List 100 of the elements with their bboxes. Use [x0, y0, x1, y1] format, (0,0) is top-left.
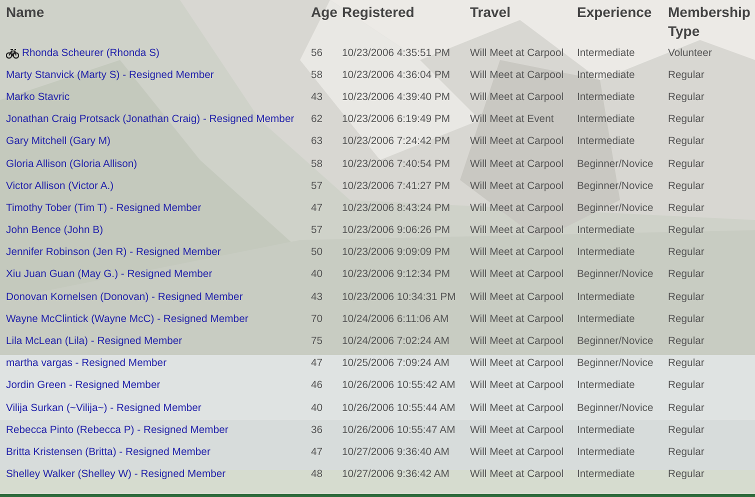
member-link[interactable]: Rhonda Scheurer (Rhonda S)	[22, 48, 160, 59]
table-cell: Intermediate	[577, 314, 635, 325]
table-cell: Intermediate	[577, 92, 635, 103]
bicycle-icon	[6, 48, 19, 59]
table-cell: Regular	[668, 380, 704, 392]
member-link[interactable]: Timothy Tober (Tim T) - Resigned Member	[6, 202, 202, 214]
table-cell: 10/23/2006 6:19:49 PM	[342, 114, 450, 126]
table-cell: 40	[311, 269, 323, 280]
table-cell: Regular	[668, 114, 704, 126]
table-cell: 62	[311, 114, 323, 126]
table-cell: Will Meet at Carpool	[470, 92, 564, 103]
table-cell: Will Meet at Carpool	[470, 158, 564, 170]
member-link[interactable]: martha vargas - Resigned Member	[6, 358, 167, 370]
table-cell: Intermediate	[577, 380, 635, 392]
member-link[interactable]: Marko Stavric	[6, 92, 70, 103]
table-cell: Beginner/Novice	[577, 202, 654, 214]
table-cell: 36	[311, 424, 323, 436]
table-cell: 10/24/2006 6:11:06 AM	[342, 314, 449, 325]
table-cell: Intermediate	[577, 292, 635, 303]
member-link[interactable]: Jonathan Craig Protsack (Jonathan Craig) - Resigned Member	[6, 114, 294, 126]
table-cell: Regular	[668, 136, 704, 148]
table-cell: 10/23/2006 7:40:54 PM	[342, 158, 450, 170]
table-cell: Will Meet at Carpool	[470, 380, 564, 392]
table-cell: Will Meet at Carpool	[470, 358, 564, 370]
table-cell: 10/23/2006 7:41:27 PM	[342, 180, 450, 192]
column-header: Travel	[470, 3, 510, 22]
table-cell: 48	[311, 469, 323, 480]
table-cell: Beginner/Novice	[577, 269, 654, 280]
table-cell: Intermediate	[577, 469, 635, 480]
table-cell: 57	[311, 180, 323, 192]
table-cell: Beginner/Novice	[577, 180, 654, 192]
member-link[interactable]: Donovan Kornelsen (Donovan) - Resigned Member	[6, 292, 243, 303]
member-link[interactable]: Gary Mitchell (Gary M)	[6, 136, 110, 148]
table-cell: Beginner/Novice	[577, 158, 654, 170]
table-cell: Intermediate	[577, 247, 635, 258]
table-cell: 10/26/2006 10:55:47 AM	[342, 424, 456, 436]
table-cell: Regular	[668, 158, 704, 170]
member-link[interactable]: Jordin Green - Resigned Member	[6, 380, 160, 392]
member-link[interactable]: Jennifer Robinson (Jen R) - Resigned Member	[6, 247, 221, 258]
member-link[interactable]: Gloria Allison (Gloria Allison)	[6, 158, 138, 170]
table-cell: Regular	[668, 247, 704, 258]
member-link[interactable]: John Bence (John B)	[6, 225, 104, 236]
table-cell: Will Meet at Carpool	[470, 292, 564, 303]
table-cell: Will Meet at Carpool	[470, 247, 564, 258]
table-cell: Volunteer	[668, 48, 712, 59]
table-cell: Intermediate	[577, 136, 635, 148]
table-cell: 43	[311, 92, 323, 103]
member-link[interactable]: Marty Stanvick (Marty S) - Resigned Member	[6, 70, 214, 81]
table-cell: Regular	[668, 358, 704, 370]
table-cell: Regular	[668, 225, 704, 236]
table-cell: 10/27/2006 9:36:42 AM	[342, 469, 450, 480]
member-link[interactable]: Rebecca Pinto (Rebecca P) - Resigned Member	[6, 424, 228, 436]
table-cell: Regular	[668, 336, 704, 348]
table-cell: 75	[311, 336, 323, 348]
table-cell: Intermediate	[577, 446, 635, 458]
table-cell: Will Meet at Carpool	[470, 48, 564, 59]
table-cell: Regular	[668, 202, 704, 214]
column-header: Membership Type	[668, 3, 752, 41]
table-cell: 58	[311, 158, 323, 170]
table-cell: 46	[311, 380, 323, 392]
table-cell: Will Meet at Carpool	[470, 225, 564, 236]
table-cell: 47	[311, 202, 323, 214]
member-link[interactable]: Victor Allison (Victor A.)	[6, 180, 114, 192]
table-cell: Will Meet at Carpool	[470, 402, 564, 414]
table-cell: Intermediate	[577, 424, 635, 436]
table-cell: 63	[311, 136, 323, 148]
table-cell: Will Meet at Carpool	[470, 424, 564, 436]
table-cell: 10/23/2006 4:39:40 PM	[342, 92, 450, 103]
table-cell: Will Meet at Carpool	[470, 469, 564, 480]
table-cell: 10/26/2006 10:55:42 AM	[342, 380, 456, 392]
member-link[interactable]: Shelley Walker (Shelley W) - Resigned Member	[6, 469, 226, 480]
table-cell: Regular	[668, 269, 704, 280]
table-cell: Regular	[668, 314, 704, 325]
table-cell: Beginner/Novice	[577, 402, 654, 414]
column-header: Registered	[342, 3, 414, 22]
member-link[interactable]: Britta Kristensen (Britta) - Resigned Member	[6, 446, 210, 458]
table-cell: Intermediate	[577, 48, 635, 59]
table-cell: Regular	[668, 469, 704, 480]
table-cell: Regular	[668, 424, 704, 436]
member-link[interactable]: Lila McLean (Lila) - Resigned Member	[6, 336, 182, 348]
member-link[interactable]: Xiu Juan Guan (May G.) - Resigned Member	[6, 269, 212, 280]
table-cell: 10/23/2006 9:09:09 PM	[342, 247, 450, 258]
table-cell: Will Meet at Carpool	[470, 70, 564, 81]
table-cell: Beginner/Novice	[577, 358, 654, 370]
member-link[interactable]: Vilija Surkan (~Vilija~) - Resigned Member	[6, 402, 202, 414]
table-cell: 10/23/2006 10:34:31 PM	[342, 292, 456, 303]
member-link[interactable]: Wayne McClintick (Wayne McC) - Resigned Member	[6, 314, 248, 325]
table-cell: Intermediate	[577, 225, 635, 236]
table-cell: Will Meet at Carpool	[470, 136, 564, 148]
table-cell: 57	[311, 225, 323, 236]
table-cell: 50	[311, 247, 323, 258]
table-cell: 70	[311, 314, 323, 325]
table-cell: 10/25/2006 7:09:24 AM	[342, 358, 450, 370]
table-cell: Regular	[668, 92, 704, 103]
table-cell: 10/26/2006 10:55:44 AM	[342, 402, 456, 414]
table-cell: Regular	[668, 70, 704, 81]
table-cell: 10/23/2006 4:35:51 PM	[342, 48, 450, 59]
table-cell: 10/23/2006 9:06:26 PM	[342, 225, 450, 236]
column-header: Experience	[577, 3, 652, 22]
table-cell: Will Meet at Carpool	[470, 269, 564, 280]
